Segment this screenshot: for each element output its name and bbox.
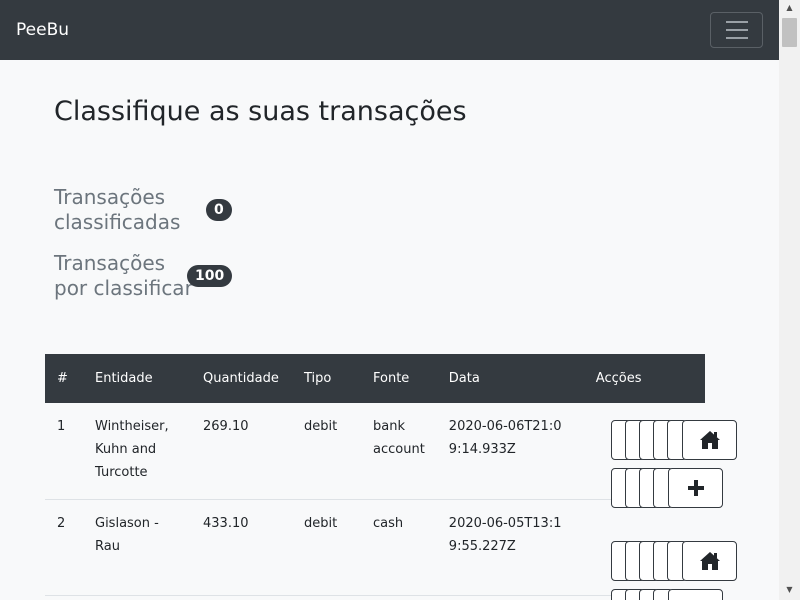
hamburger-icon-bar — [725, 29, 748, 31]
cell-amount: 269.10 — [191, 403, 292, 500]
stat-unclassified-label: Transações por classificar — [54, 251, 193, 300]
category-button-group — [611, 468, 741, 508]
transactions-table: # Entidade Quantidade Tipo Fonte Data Ac… — [45, 354, 705, 596]
hamburger-icon-bar — [725, 37, 748, 39]
home-category-button[interactable] — [682, 420, 737, 460]
home-icon — [699, 552, 720, 570]
cell-entity: Gislason - Rau — [83, 499, 191, 596]
header-num: # — [45, 354, 83, 403]
cell-source: bank account — [361, 403, 437, 500]
header-date: Data — [436, 354, 584, 403]
navbar-brand[interactable]: PeeBu — [16, 19, 69, 41]
category-button-group — [611, 420, 741, 460]
plus-icon — [687, 480, 704, 496]
page-title: Classifique as suas transações — [54, 96, 467, 127]
cell-date-text: 2020-06-06T21:09:14.933Z — [448, 419, 562, 457]
stat-unclassified: Transações por classificar 100 — [54, 251, 236, 303]
navbar-toggler-button[interactable] — [710, 12, 763, 48]
table-row: 1 Wintheiser, Kuhn and Turcotte 269.10 d… — [45, 403, 705, 500]
cell-entity: Wintheiser, Kuhn and Turcotte — [83, 403, 191, 500]
stat-classified: Transações classificadas 0 — [54, 185, 236, 237]
cell-num: 1 — [45, 403, 83, 500]
header-actions: Acções — [583, 354, 705, 403]
row-2-actions — [611, 541, 741, 600]
cell-source: cash — [361, 499, 437, 596]
cell-num: 2 — [45, 499, 83, 596]
vertical-scrollbar[interactable]: ▲ ▼ — [779, 0, 800, 600]
stat-classified-label: Transações classificadas — [54, 185, 181, 234]
cell-date-text: 2020-06-05T13:19:55.227Z — [448, 515, 562, 554]
scroll-up-arrow-icon[interactable]: ▲ — [779, 0, 800, 15]
hamburger-icon — [725, 21, 748, 23]
row-1-actions — [611, 420, 741, 510]
cell-type: debit — [292, 403, 361, 500]
header-source: Fonte — [361, 354, 437, 403]
scroll-down-arrow-icon[interactable]: ▼ — [779, 582, 800, 597]
header-type: Tipo — [292, 354, 361, 403]
table-header-row: # Entidade Quantidade Tipo Fonte Data Ac… — [45, 354, 705, 403]
cell-date: 2020-06-06T21:09:14.933Z — [436, 403, 584, 500]
cell-amount: 433.10 — [191, 499, 292, 596]
header-entity: Entidade — [83, 354, 191, 403]
category-button-group — [611, 589, 741, 600]
add-category-button[interactable] — [668, 589, 723, 600]
cell-type: debit — [292, 499, 361, 596]
stat-unclassified-badge: 100 — [187, 265, 233, 287]
table-row: 2 Gislason - Rau 433.10 debit cash 2020-… — [45, 499, 705, 596]
stat-classified-badge: 0 — [206, 199, 232, 221]
cell-date: 2020-06-05T13:19:55.227Z — [436, 499, 584, 596]
navbar: PeeBu — [0, 0, 779, 60]
home-category-button[interactable] — [682, 541, 737, 581]
category-button-group — [611, 541, 741, 581]
add-category-button[interactable] — [668, 468, 723, 508]
scrollbar-thumb[interactable] — [782, 18, 797, 47]
home-icon — [699, 431, 720, 449]
header-amount: Quantidade — [191, 354, 292, 403]
